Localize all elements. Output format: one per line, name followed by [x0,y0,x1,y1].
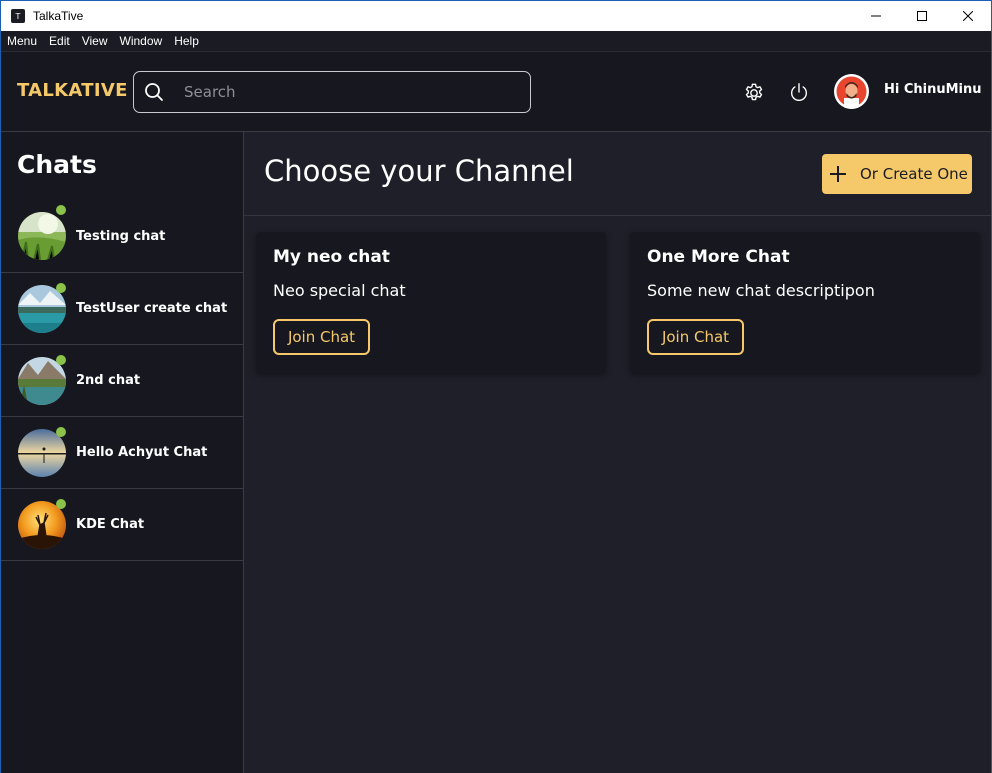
chat-list-item[interactable]: 2nd chat [1,345,243,417]
app-logo[interactable]: TALKATIVE [17,80,128,101]
main-header: Choose your Channel Or Create One [244,132,991,216]
channel-description: Neo special chat [273,281,406,300]
join-chat-button[interactable]: Join Chat [273,319,370,355]
close-button[interactable] [945,1,991,31]
menu-item-menu[interactable]: Menu [1,34,43,48]
chat-name: Hello Achyut Chat [76,445,208,460]
chat-name: TestUser create chat [76,301,228,316]
channel-card: My neo chat Neo special chat Join Chat [256,232,606,373]
menu-item-edit[interactable]: Edit [43,34,76,48]
channel-card: One More Chat Some new chat descriptipon… [630,232,980,373]
chat-list-item[interactable]: Testing chat [1,200,243,273]
search-box[interactable] [133,71,531,113]
minimize-button[interactable] [853,1,899,31]
menu-item-view[interactable]: View [76,34,114,48]
search-icon [145,83,163,101]
gear-icon[interactable] [743,82,765,104]
app-header: TALKATIVE Hi ChinuMinu [1,52,991,132]
window-controls [853,1,991,31]
chat-list: Testing chat TestUser create chat 2nd ch… [1,200,243,561]
create-channel-label: Or Create One [860,165,968,183]
online-status-dot [56,205,66,215]
search-input[interactable] [184,83,514,101]
chat-list-item[interactable]: Hello Achyut Chat [1,417,243,489]
plus-icon [830,166,846,182]
maximize-button[interactable] [899,1,945,31]
menu-bar: Menu Edit View Window Help [1,31,991,52]
power-icon[interactable] [788,81,810,103]
user-greeting[interactable]: Hi ChinuMinu [884,82,982,97]
chat-avatar [18,212,66,260]
online-status-dot [56,355,66,365]
chat-name: 2nd chat [76,373,141,388]
minimize-icon [871,15,881,17]
online-status-dot [56,499,66,509]
channel-description: Some new chat descriptipon [647,281,875,300]
app-logo-icon: T [11,9,25,23]
chat-name: Testing chat [76,228,166,244]
menu-item-help[interactable]: Help [168,34,205,48]
channel-title: One More Chat [647,247,790,267]
chat-list-item[interactable]: KDE Chat [1,489,243,561]
create-channel-button[interactable]: Or Create One [822,154,972,194]
chat-sidebar: Chats Testing chat TestUser create chat … [1,132,244,773]
channel-title: My neo chat [273,247,390,267]
app-window: T TalkaTive Menu Edit View Window Help T… [0,0,992,773]
maximize-icon [917,11,927,21]
chat-name: KDE Chat [76,517,145,532]
avatar-image [836,76,867,109]
menu-item-window[interactable]: Window [114,34,169,48]
join-chat-button[interactable]: Join Chat [647,319,744,355]
window-title: TalkaTive [33,9,84,23]
user-avatar[interactable] [834,74,869,109]
page-title: Choose your Channel [264,154,574,188]
online-status-dot [56,283,66,293]
sidebar-title: Chats [17,150,97,179]
chat-list-item[interactable]: TestUser create chat [1,273,243,345]
main-content: Choose your Channel Or Create One My neo… [244,132,991,773]
window-titlebar[interactable]: T TalkaTive [1,1,991,31]
close-icon [963,11,973,21]
online-status-dot [56,427,66,437]
